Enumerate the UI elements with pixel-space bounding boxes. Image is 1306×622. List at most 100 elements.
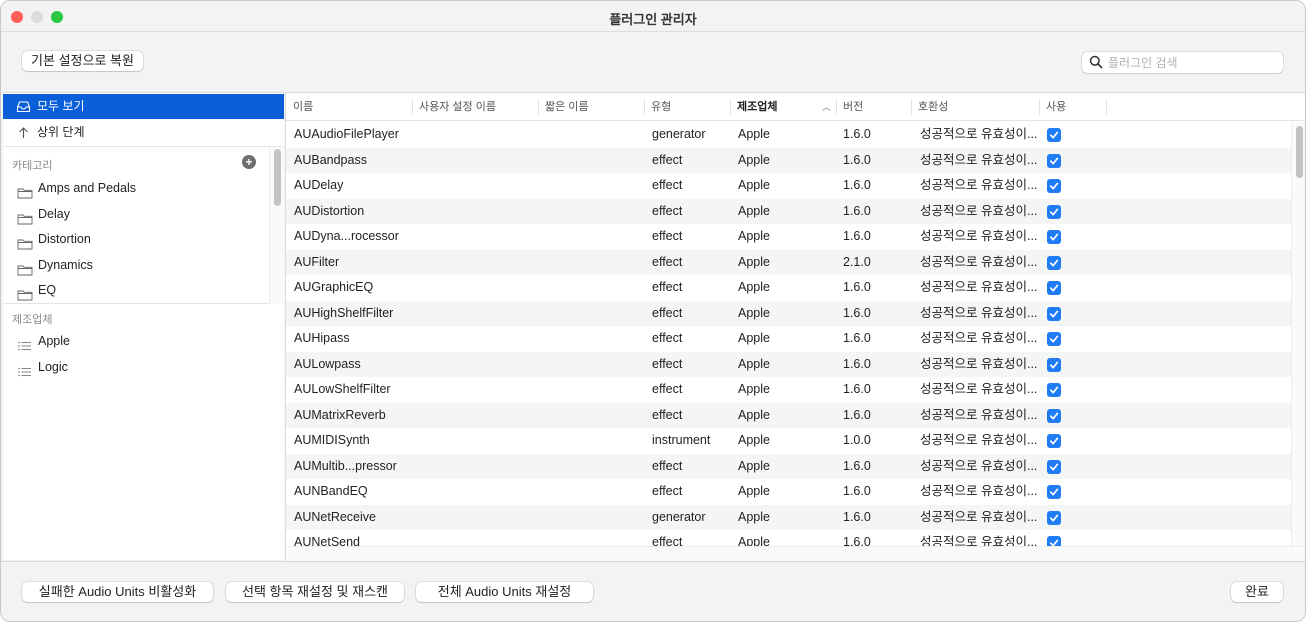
category-label: Distortion [38, 232, 91, 246]
use-checkbox[interactable] [1047, 128, 1061, 142]
plugin-name: AUMultib...pressor [294, 458, 397, 473]
plugin-manager-window: 플러그인 관리자 기본 설정으로 복원 모두 보기 상위 단계 카테고리 + A [0, 0, 1306, 622]
table-row[interactable]: AUNetReceive generator Apple 1.6.0 성공적으로 유효성… [286, 504, 1291, 530]
category-label: Delay [38, 206, 70, 221]
column-header-short-name[interactable]: 짧은 이름 [538, 93, 589, 121]
column-header-custom-name[interactable]: 사용자 설정 이름 [412, 93, 496, 121]
plugin-version: 1.6.0 [843, 280, 871, 294]
category-item[interactable]: Distortion [3, 227, 269, 252]
table-row[interactable]: AULowpass effect Apple 1.6.0 성공적으로 유효성이... [286, 351, 1291, 377]
list-icon [17, 362, 33, 376]
use-checkbox[interactable] [1047, 434, 1061, 448]
category-item[interactable]: EQ [3, 278, 269, 303]
plugin-type: effect [652, 229, 683, 243]
table-row[interactable]: AUHipass effect Apple 1.6.0 성공적으로 유효성이... [286, 326, 1291, 352]
plugin-manufacturer: Apple [738, 127, 770, 141]
plugin-type: effect [652, 203, 683, 218]
category-item[interactable]: Amps and Pedals [3, 176, 269, 201]
use-checkbox[interactable] [1047, 357, 1061, 372]
plugin-name: AUDistortion [294, 203, 365, 218]
disable-failed-audio-units-button[interactable]: 실패한 Audio Units 비활성화 [22, 582, 213, 602]
use-checkbox[interactable] [1047, 332, 1061, 346]
column-header-compatibility[interactable]: 호환성 [911, 93, 948, 121]
column-header-use[interactable]: 사용 [1039, 93, 1066, 121]
use-checkbox[interactable] [1047, 255, 1061, 270]
manufacturer-label: Apple [38, 334, 70, 348]
categories-header: 카테고리 [12, 160, 53, 172]
table-row[interactable]: AUMIDISynth instrument Apple 1.0.0 성공적으로 유효성… [286, 428, 1291, 454]
sidebar-scroll-thumb[interactable] [274, 149, 281, 206]
plugin-version: 1.6.0 [843, 509, 871, 524]
done-button[interactable]: 완료 [1231, 582, 1283, 602]
plugin-version: 1.6.0 [843, 382, 871, 396]
reset-all-audio-units-button[interactable]: 전체 Audio Units 재설정 [416, 582, 593, 602]
plugin-compatibility: 성공적으로 유효성이... [920, 356, 1038, 371]
category-item[interactable]: Dynamics [3, 253, 269, 278]
add-category-button[interactable]: + [242, 155, 256, 169]
reset-and-rescan-selection-button[interactable]: 선택 항목 재설정 및 재스캔 [226, 582, 404, 602]
plugin-version: 1.6.0 [843, 127, 871, 141]
plugin-type: effect [652, 280, 683, 294]
use-checkbox[interactable] [1047, 230, 1061, 244]
plugin-table: 이름 사용자 설정 이름 짧은 이름 유형 제조업체 ︿ 버전 호환성 사용 A… [285, 92, 1305, 561]
use-checkbox[interactable] [1047, 510, 1061, 525]
search-input[interactable] [1108, 52, 1278, 73]
use-checkbox[interactable] [1047, 536, 1061, 546]
table-row[interactable]: AUBandpass effect Apple 1.6.0 성공적으로 유효성이... [286, 147, 1291, 173]
category-item[interactable]: Delay [3, 202, 269, 227]
plugin-manufacturer: Apple [738, 356, 770, 371]
plugin-manufacturer: Apple [738, 484, 770, 498]
column-header-type[interactable]: 유형 [644, 93, 671, 121]
manufacturer-item[interactable]: Logic [3, 355, 269, 380]
table-row[interactable]: AUMultib...pressor effect Apple 1.6.0 성공적으로 … [286, 453, 1291, 479]
table-row[interactable]: AUNBandEQ effect Apple 1.6.0 성공적으로 유효성이... [286, 479, 1291, 505]
table-row[interactable]: AULowShelfFilter effect Apple 1.6.0 성공적으로 유효… [286, 377, 1291, 403]
table-row[interactable]: AUGraphicEQ effect Apple 1.6.0 성공적으로 유효성이... [286, 275, 1291, 301]
manufacturer-item[interactable]: Apple [3, 329, 269, 354]
plugin-name: AULowpass [294, 356, 361, 371]
use-checkbox[interactable] [1047, 281, 1061, 295]
table-row[interactable]: AUDyna...rocessor effect Apple 1.6.0 성공적으로 유… [286, 224, 1291, 250]
use-checkbox[interactable] [1047, 153, 1061, 168]
plugin-type: effect [652, 178, 683, 192]
plugin-manufacturer: Apple [738, 178, 770, 192]
plugin-version: 1.6.0 [843, 229, 871, 243]
plugin-name: AUHipass [294, 331, 350, 345]
table-scroll-thumb[interactable] [1296, 126, 1303, 178]
use-checkbox[interactable] [1047, 485, 1061, 499]
plugin-name: AULowShelfFilter [294, 382, 391, 396]
table-row[interactable]: AUMatrixReverb effect Apple 1.6.0 성공적으로 유효성이… [286, 402, 1291, 428]
plugin-type: effect [652, 458, 683, 473]
plugin-compatibility: 성공적으로 유효성이... [920, 229, 1038, 243]
column-header-name[interactable]: 이름 [286, 93, 313, 121]
plugin-version: 1.6.0 [843, 152, 871, 167]
use-checkbox[interactable] [1047, 459, 1061, 474]
table-row[interactable]: AUDistortion effect Apple 1.6.0 성공적으로 유효성이..… [286, 198, 1291, 224]
plugin-search-field[interactable] [1082, 52, 1283, 73]
table-row[interactable]: AUNetSend effect Apple 1.6.0 성공적으로 유효성이... [286, 530, 1291, 546]
table-row[interactable]: AUAudioFilePlayer generator Apple 1.6.0 성공적으… [286, 122, 1291, 148]
use-checkbox[interactable] [1047, 179, 1061, 193]
use-checkbox[interactable] [1047, 408, 1061, 423]
sidebar-item-up-level[interactable]: 상위 단계 [3, 120, 284, 147]
column-header-version[interactable]: 버전 [836, 93, 863, 121]
column-header-manufacturer[interactable]: 제조업체 [730, 93, 777, 121]
plugin-name: AUNBandEQ [294, 484, 368, 498]
use-checkbox[interactable] [1047, 306, 1061, 321]
plugin-type: effect [652, 305, 683, 320]
use-checkbox[interactable] [1047, 204, 1061, 219]
table-body: AUAudioFilePlayer generator Apple 1.6.0 성공적으… [286, 122, 1291, 546]
sidebar-scrollbar[interactable] [269, 147, 284, 304]
table-row[interactable]: AUHighShelfFilter effect Apple 1.6.0 성공적으로 유… [286, 300, 1291, 326]
restore-defaults-button[interactable]: 기본 설정으로 복원 [22, 51, 143, 71]
table-row[interactable]: AUDelay effect Apple 1.6.0 성공적으로 유효성이... [286, 173, 1291, 199]
sidebar-item-show-all[interactable]: 모두 보기 [3, 94, 284, 119]
tray-icon [16, 101, 31, 113]
plugin-type: generator [652, 509, 706, 524]
manufacturer-label: Logic [38, 359, 68, 374]
plugin-type: effect [652, 254, 683, 269]
use-checkbox[interactable] [1047, 383, 1061, 397]
table-scrollbar[interactable] [1291, 122, 1305, 546]
folder-icon [17, 285, 33, 301]
table-row[interactable]: AUFilter effect Apple 2.1.0 성공적으로 유효성이... [286, 249, 1291, 275]
